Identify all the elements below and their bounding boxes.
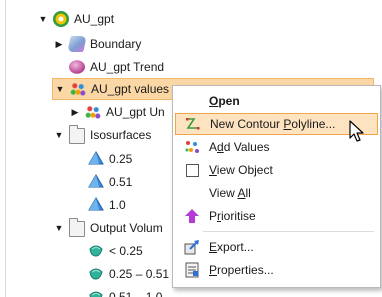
tree-item-label: AU_gpt: [74, 12, 115, 26]
volume-icon: [88, 289, 104, 297]
tree-item-volume[interactable]: 0.51 – 1.0: [88, 286, 162, 297]
tree-item-label: AU_gpt Trend: [90, 60, 165, 74]
tree-item-boundary[interactable]: ▶ Boundary: [53, 33, 141, 55]
isosurface-icon: [88, 174, 104, 190]
folder-icon: [69, 218, 85, 237]
tree-item-isosurface[interactable]: 0.51: [88, 171, 132, 193]
volume-icon: [88, 266, 104, 282]
tree-item-label: AU_gpt values: [91, 82, 170, 96]
tree-left-border: [5, 0, 6, 297]
tree-item-label: 0.25: [109, 152, 133, 166]
isosurface-icon: [88, 151, 104, 167]
menu-item-prioritise[interactable]: Prioritise: [175, 205, 378, 227]
collapse-arrow-icon[interactable]: ▶: [53, 38, 65, 50]
contour-polyline-icon: [185, 116, 201, 132]
menu-item-view-all[interactable]: View All: [175, 182, 378, 204]
expand-arrow-icon[interactable]: ▼: [37, 13, 49, 25]
context-menu: Open New Contour Polyline... Add Values …: [172, 85, 381, 288]
tree-item-label: 0.51: [109, 175, 133, 189]
menu-item-label: Open: [209, 94, 240, 108]
tree-item-label: 1.0: [109, 198, 126, 212]
tree-item-project[interactable]: ▼ AU_gpt: [37, 8, 114, 30]
tree-item-label: Isosurfaces: [90, 128, 152, 142]
trend-ellipsoid-icon: [69, 60, 85, 74]
menu-item-view-object[interactable]: View Object: [175, 159, 378, 181]
collapse-arrow-icon[interactable]: ▶: [69, 106, 81, 118]
checkbox-icon[interactable]: [184, 162, 200, 178]
tree-item-isosurface[interactable]: 1.0: [88, 194, 126, 216]
tree-item-volume[interactable]: 0.25 – 0.51: [88, 263, 169, 285]
menu-item-properties[interactable]: Properties...: [175, 259, 378, 281]
menu-item-export[interactable]: Export...: [175, 236, 378, 258]
menu-item-label: View All: [209, 186, 251, 200]
menu-item-label: Add Values: [209, 140, 270, 154]
prioritise-arrow-icon: [184, 208, 200, 224]
values-points-icon: [70, 81, 86, 97]
export-icon: [184, 239, 200, 255]
expand-arrow-icon[interactable]: ▼: [53, 222, 65, 234]
tree-item-volume[interactable]: < 0.25: [88, 240, 143, 262]
volume-icon: [88, 243, 104, 259]
menu-item-label: Properties...: [209, 263, 274, 277]
tree-item-isosurfaces[interactable]: ▼ Isosurfaces: [53, 124, 151, 146]
tree-item-trend[interactable]: AU_gpt Trend: [69, 56, 164, 78]
project-icon: [53, 11, 69, 27]
menu-item-label: View Object: [209, 163, 273, 177]
expand-arrow-icon[interactable]: ▼: [53, 129, 65, 141]
folder-icon: [69, 125, 85, 144]
menu-item-new-contour-polyline[interactable]: New Contour Polyline...: [175, 113, 378, 135]
tree-item-label: 0.51 – 1.0: [109, 290, 163, 297]
tree-item-label: < 0.25: [109, 244, 143, 258]
menu-item-label: New Contour Polyline...: [210, 117, 336, 131]
tree-item-label: Output Volum: [90, 221, 163, 235]
boundary-icon: [67, 36, 87, 52]
mouse-pointer-icon: [349, 120, 364, 142]
add-values-icon: [184, 139, 200, 155]
tree-item-label: AU_gpt Un: [106, 105, 165, 119]
menu-item-open[interactable]: Open: [175, 90, 378, 112]
menu-item-label: Export...: [209, 240, 254, 254]
expand-arrow-icon[interactable]: ▼: [54, 83, 66, 95]
menu-separator: [203, 231, 374, 232]
properties-icon: [184, 262, 200, 278]
menu-item-add-values[interactable]: Add Values: [175, 136, 378, 158]
isosurface-icon: [88, 197, 104, 213]
tree-item-output-volumes[interactable]: ▼ Output Volum: [53, 217, 163, 239]
tree-item-isosurface[interactable]: 0.25: [88, 148, 132, 170]
menu-item-label: Prioritise: [209, 209, 256, 223]
tree-item-label: Boundary: [90, 37, 142, 51]
values-points-icon: [85, 104, 101, 120]
tree-item-values-child[interactable]: ▶ AU_gpt Un: [69, 101, 165, 123]
tree-item-label: 0.25 – 0.51: [109, 267, 170, 281]
